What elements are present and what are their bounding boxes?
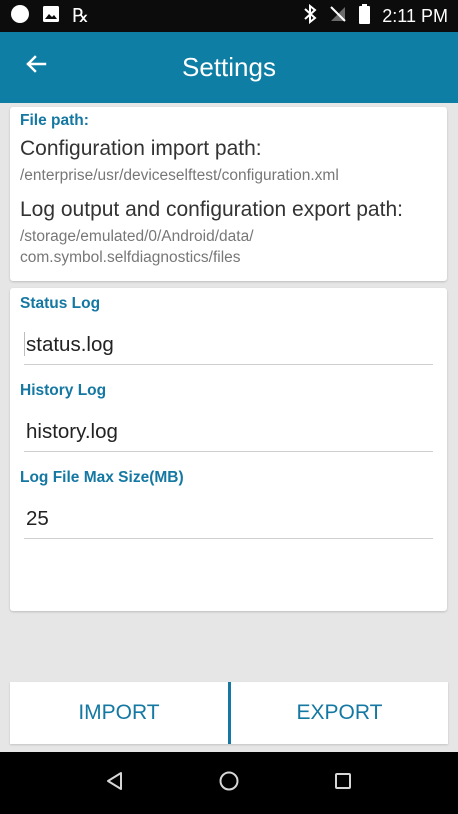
status-log-label: Status Log [20,295,101,312]
history-log-field[interactable] [24,415,433,452]
bluetooth-icon [303,3,317,29]
file-path-label: File path: [20,112,89,129]
log-settings-card: Status Log History Log Log File Max Size… [10,288,447,611]
file-path-card: File path: Configuration import path: /e… [10,107,447,281]
export-path-value-line2: com.symbol.selfdiagnostics/files [20,249,241,266]
navigation-bar [0,752,458,814]
status-bar-right: 2:11 PM [303,3,448,29]
max-size-field[interactable] [24,502,433,539]
circle-home-icon [218,770,240,797]
no-signal-icon [329,5,347,28]
import-button[interactable]: IMPORT [10,682,228,744]
import-path-heading: Configuration import path: [20,137,262,160]
square-recents-icon [332,770,354,797]
battery-icon [359,3,371,29]
image-icon [42,5,60,28]
export-path-value-line1: /storage/emulated/0/Android/data/ [20,228,254,245]
back-button[interactable] [12,42,60,90]
export-button[interactable]: EXPORT [231,682,448,744]
status-bar-left: ℞ [10,4,90,29]
triangle-back-icon [104,770,126,797]
nav-recents-button[interactable] [325,765,361,801]
import-path-value: /enterprise/usr/deviceselftest/configura… [20,167,339,184]
action-bar: IMPORT EXPORT [10,682,448,744]
status-log-input[interactable] [24,328,433,362]
nav-back-button[interactable] [97,765,133,801]
status-time: 2:11 PM [382,6,448,26]
arrow-left-icon [24,52,48,81]
export-path-heading: Log output and configuration export path… [20,198,403,221]
history-log-label: History Log [20,382,107,399]
prescription-icon: ℞ [72,5,90,27]
max-size-label: Log File Max Size(MB) [20,469,184,486]
page-title: Settings [182,52,276,82]
history-log-input[interactable] [24,415,433,449]
max-size-input[interactable] [24,502,433,536]
status-bar: ℞ 2:11 PM [0,0,458,32]
app-bar: Settings [0,32,458,103]
nav-home-button[interactable] [211,765,247,801]
circle-notification-icon [10,4,30,29]
status-log-field[interactable] [24,328,433,365]
